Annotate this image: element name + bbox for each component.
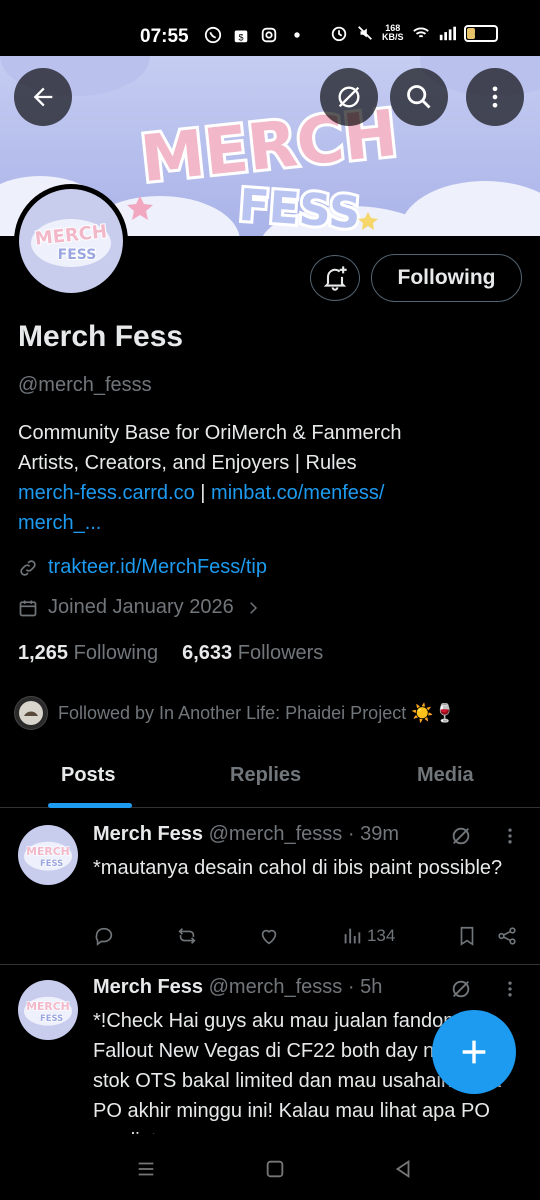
grok-icon bbox=[338, 86, 360, 108]
signal-icon bbox=[439, 26, 456, 41]
views-button[interactable]: 134 bbox=[341, 925, 395, 947]
svg-text:FESS: FESS bbox=[40, 858, 63, 868]
tweet-text: *mautanya desain cahol di ibis paint pos… bbox=[93, 857, 503, 879]
tweet[interactable]: MERCH FESS Merch Fess @merch_fesss · 39m … bbox=[0, 809, 540, 965]
status-time: 07:55 bbox=[140, 26, 189, 47]
grok-icon[interactable] bbox=[450, 825, 472, 847]
tweet-header: Merch Fess @merch_fesss · 5h bbox=[93, 976, 383, 998]
battery-indicator: 36 bbox=[463, 24, 498, 42]
profile-handle: @merch_fesss bbox=[18, 374, 152, 396]
repost-button[interactable] bbox=[176, 925, 198, 947]
tweet-actions: 134 bbox=[93, 925, 518, 947]
reply-icon bbox=[95, 927, 113, 946]
follow-counts: 1,265 Following 6,633 Followers bbox=[18, 642, 323, 665]
calendar-icon bbox=[19, 600, 37, 616]
followed-by-text: Followed by In Another Life: Phaidei Pro… bbox=[58, 702, 457, 723]
reply-button[interactable] bbox=[93, 925, 115, 947]
menu-icon[interactable] bbox=[135, 1158, 157, 1180]
link-icon bbox=[20, 559, 36, 576]
notifications-bell-button[interactable] bbox=[310, 255, 360, 301]
more-vertical-icon[interactable] bbox=[500, 978, 520, 1000]
banner-logo: MERCH FESS bbox=[127, 96, 404, 236]
system-nav-bar bbox=[0, 1140, 540, 1200]
tweet-author: Merch Fess bbox=[93, 823, 204, 845]
bio-link-carrd[interactable]: merch-fess.carrd.co bbox=[18, 482, 195, 504]
tweet-avatar[interactable]: MERCH FESS bbox=[18, 980, 78, 1040]
views-icon bbox=[344, 928, 361, 944]
tweet-header: Merch Fess @merch_fesss · 39m bbox=[93, 823, 399, 845]
grok-icon[interactable] bbox=[450, 978, 472, 1000]
share-icon[interactable] bbox=[496, 925, 518, 947]
joined-date: Joined January 2026 bbox=[48, 596, 234, 618]
bio-link-minbat[interactable]: minbat.co/menfess/ bbox=[211, 482, 384, 504]
mute-icon bbox=[358, 26, 372, 40]
banner-logo-line2: FESS bbox=[237, 180, 362, 236]
profile-tabs: Posts Replies Media bbox=[0, 748, 540, 808]
bell-plus-icon bbox=[323, 266, 347, 291]
avatar-logo: MERCH FESS bbox=[23, 193, 119, 289]
search-button[interactable] bbox=[390, 68, 448, 126]
website-link[interactable]: trakteer.id/MerchFess/tip bbox=[48, 556, 267, 579]
home-icon[interactable] bbox=[264, 1158, 286, 1180]
instagram-icon bbox=[261, 27, 277, 43]
tweet-avatar[interactable]: MERCH FESS bbox=[18, 825, 78, 885]
star-decoration bbox=[358, 212, 378, 230]
tab-replies[interactable]: Replies bbox=[230, 764, 301, 787]
more-button[interactable] bbox=[466, 68, 524, 126]
svg-text:MERCH: MERCH bbox=[26, 1000, 69, 1013]
svg-text:FESS: FESS bbox=[58, 247, 97, 263]
bio-link-merch[interactable]: merch_... bbox=[18, 512, 101, 534]
followers-count-link[interactable]: 6,633 Followers bbox=[182, 642, 323, 665]
svg-text:FESS: FESS bbox=[40, 1013, 63, 1023]
star-decoration bbox=[127, 196, 153, 220]
mutual-avatar bbox=[14, 696, 48, 730]
wifi-icon bbox=[412, 27, 429, 38]
status-bar: 07:55 $ 168 KB/S 36 bbox=[0, 0, 540, 56]
plus-icon bbox=[462, 1040, 486, 1064]
more-vertical-icon[interactable] bbox=[500, 825, 520, 847]
tweet-author: Merch Fess bbox=[93, 976, 204, 998]
like-button[interactable] bbox=[258, 925, 280, 947]
dot-icon bbox=[294, 32, 300, 38]
more-vertical-icon bbox=[492, 86, 498, 108]
bookmark-icon[interactable] bbox=[456, 925, 478, 947]
website-row: trakteer.id/MerchFess/tip bbox=[18, 556, 267, 579]
whatsapp-icon bbox=[204, 26, 222, 44]
following-count-link[interactable]: 1,265 Following bbox=[18, 642, 158, 665]
following-button[interactable]: Following bbox=[371, 254, 522, 302]
heart-icon bbox=[262, 929, 277, 945]
svg-text:MERCH: MERCH bbox=[26, 845, 69, 858]
shop-icon: $ bbox=[234, 30, 248, 42]
search-icon bbox=[407, 85, 431, 109]
system-icons: 168 KB/S 36 bbox=[330, 24, 498, 42]
chevron-right-icon bbox=[249, 601, 257, 614]
profile-name: Merch Fess bbox=[18, 320, 184, 353]
joined-row[interactable]: Joined January 2026 bbox=[18, 596, 262, 619]
notification-icons: $ bbox=[204, 26, 306, 44]
back-nav-icon[interactable] bbox=[392, 1158, 414, 1180]
active-tab-indicator bbox=[48, 803, 132, 808]
tab-posts[interactable]: Posts bbox=[61, 764, 115, 787]
repost-icon bbox=[178, 928, 196, 944]
profile-bio: Community Base for OriMerch & Fanmerch A… bbox=[18, 422, 402, 534]
profile-avatar[interactable]: MERCH FESS bbox=[14, 184, 128, 298]
alarm-icon bbox=[331, 26, 347, 42]
tab-media[interactable]: Media bbox=[417, 764, 474, 787]
net-speed: 168 KB/S bbox=[382, 23, 404, 42]
svg-text:$: $ bbox=[238, 32, 243, 42]
followed-by-row[interactable]: Followed by In Another Life: Phaidei Pro… bbox=[14, 696, 456, 730]
arrow-left-icon bbox=[33, 87, 53, 107]
back-button[interactable] bbox=[14, 68, 72, 126]
grok-button[interactable] bbox=[320, 68, 378, 126]
compose-button[interactable] bbox=[432, 1010, 516, 1094]
